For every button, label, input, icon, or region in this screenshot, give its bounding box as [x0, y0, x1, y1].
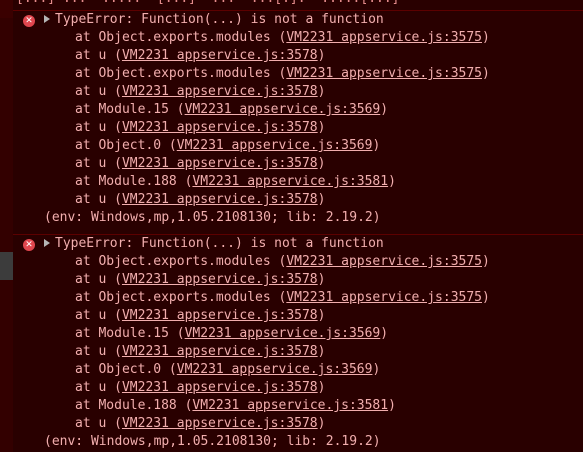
- stack-frame: at u (VM2231 appservice.js:3578): [75, 416, 326, 431]
- stack-frame: at Object.0 (VM2231 appservice.js:3569): [75, 362, 381, 377]
- stack-frame-function: Module.188: [98, 174, 177, 189]
- stack-frame-function: u: [98, 156, 107, 171]
- stack-frame-function: u: [98, 344, 107, 359]
- source-link[interactable]: VM2231 appservice.js:3578: [122, 416, 318, 431]
- stack-frame: at Module.15 (VM2231 appservice.js:3569): [75, 102, 389, 117]
- stack-frame-prefix: at: [75, 308, 99, 323]
- stack-frame-prefix: at: [75, 326, 99, 341]
- stack-frame-function: u: [98, 272, 107, 287]
- stack-frame-function: Object.exports.modules: [98, 30, 271, 45]
- env-info: (env: Windows,mp,1.05.2108130; lib: 2.19…: [44, 210, 381, 225]
- stack-frame-prefix: at: [75, 290, 99, 305]
- stack-frame-prefix: at: [75, 30, 99, 45]
- source-link[interactable]: VM2231 appservice.js:3578: [122, 192, 318, 207]
- stack-frame-function: u: [98, 48, 107, 63]
- stack-frame: at u (VM2231 appservice.js:3578): [75, 120, 326, 135]
- stack-frame-function: u: [98, 380, 107, 395]
- stack-frame-prefix: at: [75, 66, 99, 81]
- stack-frame-function: u: [98, 416, 107, 431]
- stack-frame: at u (VM2231 appservice.js:3578): [75, 308, 326, 323]
- stack-frame: at Module.188 (VM2231 appservice.js:3581…: [75, 174, 396, 189]
- stack-frame-prefix: at: [75, 272, 99, 287]
- stack-frame-prefix: at: [75, 156, 99, 171]
- source-link[interactable]: VM2231 appservice.js:3578: [122, 156, 318, 171]
- stack-frame-prefix: at: [75, 192, 99, 207]
- console-gutter: [0, 0, 13, 452]
- stack-frame-function: u: [98, 308, 107, 323]
- env-info: (env: Windows,mp,1.05.2108130; lib: 2.19…: [44, 434, 381, 449]
- stack-frame-function: u: [98, 84, 107, 99]
- source-link[interactable]: VM2231 appservice.js:3578: [122, 308, 318, 323]
- stack-frame-function: Object.exports.modules: [98, 254, 271, 269]
- source-link[interactable]: VM2231 appservice.js:3578: [122, 120, 318, 135]
- stack-frame-prefix: at: [75, 254, 99, 269]
- stack-frame: at u (VM2231 appservice.js:3578): [75, 156, 326, 171]
- source-link[interactable]: VM2231 appservice.js:3578: [122, 84, 318, 99]
- source-link[interactable]: VM2231 appservice.js:3575: [286, 290, 482, 305]
- source-link[interactable]: VM2231 appservice.js:3575: [286, 30, 482, 45]
- source-link[interactable]: VM2231 appservice.js:3578: [122, 344, 318, 359]
- source-link[interactable]: VM2231 appservice.js:3581: [192, 174, 388, 189]
- stack-frame-prefix: at: [75, 138, 99, 153]
- error-message: TypeError: Function(...) is not a functi…: [55, 12, 384, 27]
- stack-frame: at Object.exports.modules (VM2231 appser…: [75, 290, 490, 305]
- source-link[interactable]: VM2231 appservice.js:3578: [122, 380, 318, 395]
- source-link[interactable]: VM2231 appservice.js:3578: [122, 48, 318, 63]
- stack-frame: at Module.15 (VM2231 appservice.js:3569): [75, 326, 389, 341]
- stack-frame: at Object.0 (VM2231 appservice.js:3569): [75, 138, 381, 153]
- error-message: TypeError: Function(...) is not a functi…: [55, 236, 384, 251]
- source-link[interactable]: VM2231 appservice.js:3569: [185, 102, 381, 117]
- stack-frame-prefix: at: [75, 344, 99, 359]
- source-link[interactable]: VM2231 appservice.js:3575: [286, 254, 482, 269]
- stack-frame-function: Module.15: [98, 102, 169, 117]
- stack-frame-prefix: at: [75, 362, 99, 377]
- stack-frame-prefix: at: [75, 174, 99, 189]
- stack-frame: at u (VM2231 appservice.js:3578): [75, 380, 326, 395]
- stack-frame: at u (VM2231 appservice.js:3578): [75, 344, 326, 359]
- error-x-icon: ✕: [23, 15, 35, 27]
- console-error-entry: ✕ TypeError: Function(...) is not a funct…: [13, 234, 583, 452]
- stack-frame: at Object.exports.modules (VM2231 appser…: [75, 254, 490, 269]
- stack-frame-function: Object.exports.modules: [98, 290, 271, 305]
- stack-frame-function: Object.0: [98, 362, 162, 377]
- source-link[interactable]: VM2231 appservice.js:3569: [177, 138, 373, 153]
- triangle-right-icon[interactable]: [44, 15, 50, 23]
- stack-frame-function: u: [98, 192, 107, 207]
- stack-frame-prefix: at: [75, 398, 99, 413]
- stack-frame: at u (VM2231 appservice.js:3578): [75, 192, 326, 207]
- stack-frame-prefix: at: [75, 84, 99, 99]
- stack-frame-prefix: at: [75, 48, 99, 63]
- stack-frame-prefix: at: [75, 120, 99, 135]
- stack-frame-prefix: at: [75, 380, 99, 395]
- stack-frame-function: Object.exports.modules: [98, 66, 271, 81]
- stack-frame-prefix: at: [75, 416, 99, 431]
- stack-frame: at u (VM2231 appservice.js:3578): [75, 272, 326, 287]
- stack-frame: at u (VM2231 appservice.js:3578): [75, 84, 326, 99]
- stack-frame-function: Module.188: [98, 398, 177, 413]
- gutter-strip: [0, 0, 13, 452]
- source-link[interactable]: VM2231 appservice.js:3581: [192, 398, 388, 413]
- stack-frame: at Module.188 (VM2231 appservice.js:3581…: [75, 398, 396, 413]
- stack-frame: at Object.exports.modules (VM2231 appser…: [75, 30, 490, 45]
- stack-frame: at u (VM2231 appservice.js:3578): [75, 48, 326, 63]
- stack-frame-function: u: [98, 120, 107, 135]
- stack-frame-function: Module.15: [98, 326, 169, 341]
- stack-frame: at Object.exports.modules (VM2231 appser…: [75, 66, 490, 81]
- devtools-console: [...] ... ..... [...] ... ...[.]. .....[…: [0, 0, 583, 452]
- source-link[interactable]: VM2231 appservice.js:3575: [286, 66, 482, 81]
- source-link[interactable]: VM2231 appservice.js:3578: [122, 272, 318, 287]
- error-x-icon: ✕: [23, 239, 35, 251]
- console-error-entry: ✕ TypeError: Function(...) is not a funct…: [13, 10, 583, 229]
- stack-frame-function: Object.0: [98, 138, 162, 153]
- stack-frame-prefix: at: [75, 102, 99, 117]
- triangle-right-icon[interactable]: [44, 239, 50, 247]
- cutoff-previous-line: [...] ... ..... [...] ... ...[.]. .....[…: [16, 0, 400, 7]
- source-link[interactable]: VM2231 appservice.js:3569: [177, 362, 373, 377]
- source-link[interactable]: VM2231 appservice.js:3569: [185, 326, 381, 341]
